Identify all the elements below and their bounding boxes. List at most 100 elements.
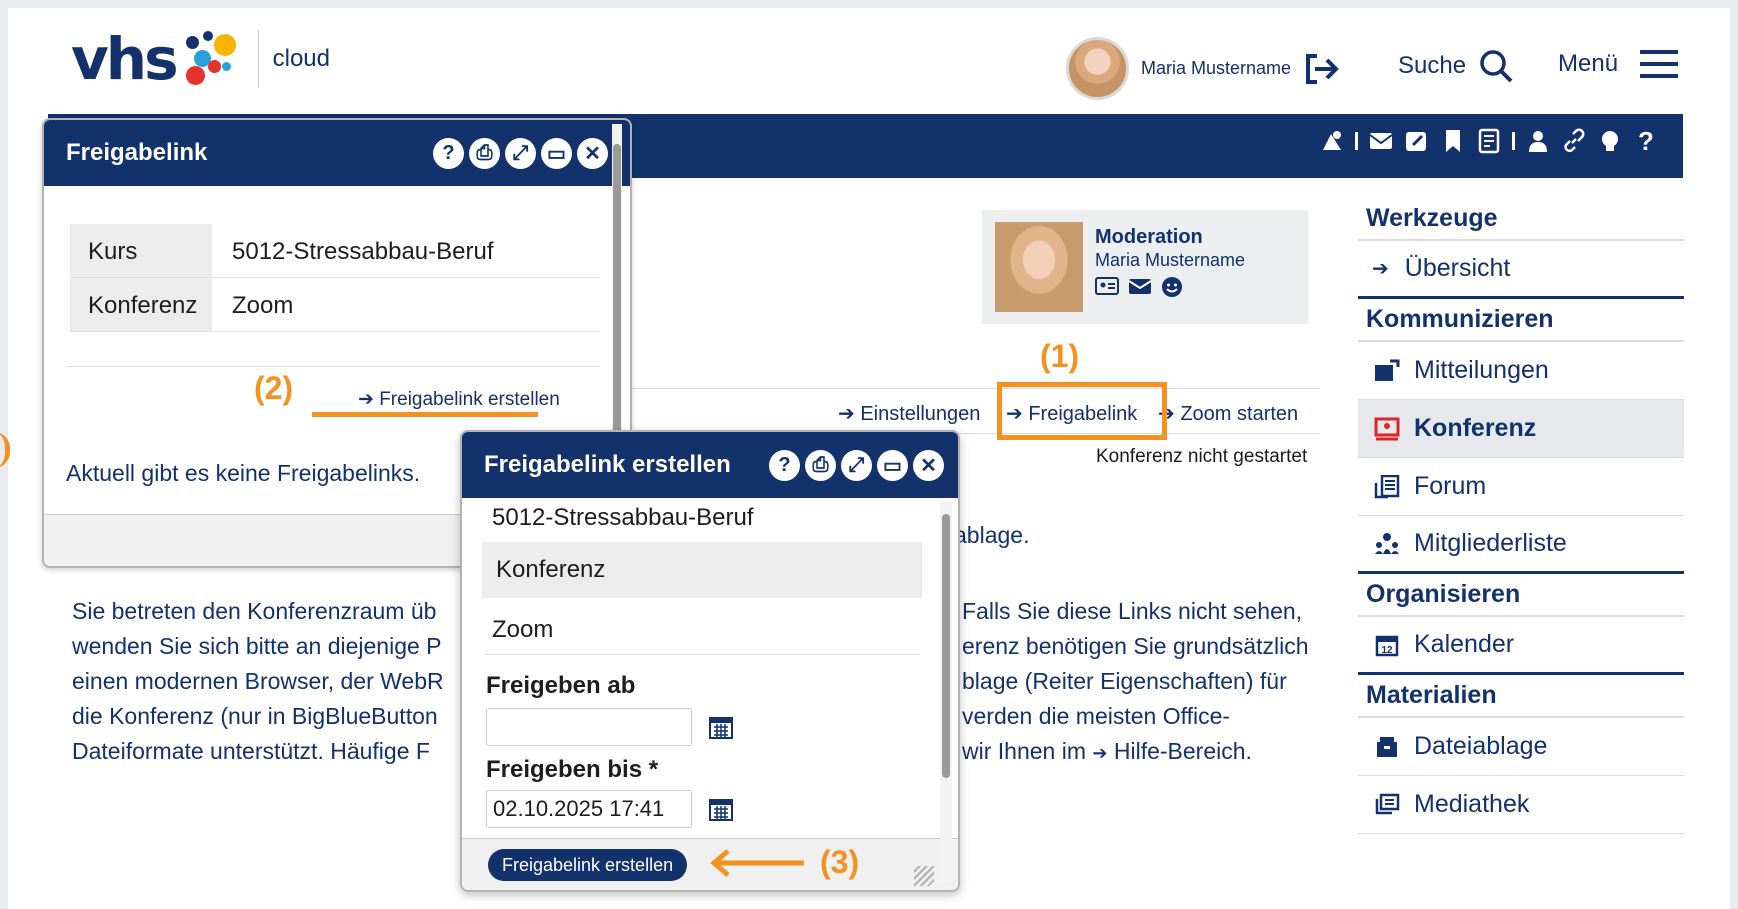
window-icon[interactable]: ▭	[541, 137, 572, 169]
media-icon	[1375, 793, 1400, 814]
dialog-controls: ? ⎙ ⤢ ▭ ✕	[433, 137, 608, 169]
help-link[interactable]: Hilfe-Bereich.	[1114, 738, 1252, 764]
sidebar-item-forum[interactable]: Forum	[1358, 458, 1684, 516]
scrollbar[interactable]	[940, 502, 952, 882]
expand-icon[interactable]: ⤢	[505, 137, 536, 169]
dialog-title: Freigabelink	[66, 139, 208, 166]
close-icon[interactable]: ✕	[577, 137, 608, 169]
share-from-input[interactable]	[486, 708, 692, 746]
scrollbar-thumb[interactable]	[942, 514, 950, 778]
sidebar-item-label: Konferenz	[1414, 414, 1537, 442]
mail-icon[interactable]	[1368, 128, 1394, 154]
create-share-link-button[interactable]: Freigabelink erstellen	[488, 849, 688, 881]
dialog-title: Freigabelink erstellen	[484, 451, 731, 478]
info-row-kurs: Kurs 5012-Stressabbau-Beruf	[70, 224, 600, 278]
logo-text: vhs	[71, 25, 179, 93]
resize-grip-icon[interactable]	[914, 866, 934, 886]
dialog-header: Freigabelink erstellen ? ⎙ ⤢ ▭ ✕	[462, 432, 958, 498]
logo-dots-icon	[178, 28, 240, 90]
toolbar-separator	[1355, 132, 1358, 150]
conference-icon	[1374, 417, 1400, 440]
annotation-1: (1)	[1040, 338, 1080, 374]
empty-message: Aktuell gibt es keine Freigabelinks.	[66, 460, 421, 486]
forum-icon	[1374, 474, 1400, 498]
bookmark-icon[interactable]	[1440, 128, 1466, 154]
info-row-konferenz: Konferenz Zoom	[70, 278, 600, 332]
zoom-start-link[interactable]: ➔ Zoom starten	[1158, 401, 1298, 426]
share-until-label: Freigeben bis *	[486, 756, 659, 783]
sidebar-section-materialien: Materialien	[1358, 675, 1684, 718]
conference-label: Konferenz	[482, 542, 922, 598]
sidebar-item-label: Übersicht	[1404, 254, 1511, 282]
sidebar-section-organisieren: Organisieren	[1358, 574, 1684, 617]
sidebar-item-label: Mediathek	[1414, 790, 1530, 818]
moderator-name[interactable]: Maria Mustername	[1095, 250, 1245, 271]
notes-icon[interactable]	[1476, 128, 1502, 154]
share-from-label: Freigeben ab	[486, 672, 636, 699]
divider	[66, 366, 600, 367]
folder-icon	[1377, 736, 1397, 757]
svg-text:12: 12	[1381, 645, 1393, 656]
row-key: Kurs	[70, 224, 212, 277]
avatar[interactable]	[1066, 37, 1129, 100]
user-icon[interactable]	[1525, 128, 1551, 154]
moderation-title: Moderation	[1095, 226, 1203, 248]
underline-create-link	[312, 412, 538, 417]
dialog-controls: ? ⎙ ⤢ ▭ ✕	[769, 449, 944, 481]
create-share-link[interactable]: ➔ Freigabelink erstellen	[358, 388, 560, 411]
search-label: Suche	[1398, 52, 1467, 79]
share-until-input[interactable]	[486, 790, 692, 828]
body-text-right: Falls Sie diese Links nicht sehen, erenz…	[962, 598, 1309, 764]
sidebar-item-kalender[interactable]: 12 Kalender	[1358, 617, 1684, 675]
settings-link[interactable]: ➔ Einstellungen	[838, 401, 980, 426]
dialog-header: Freigabelink ? ⎙ ⤢ ▭ ✕	[44, 120, 630, 186]
user-name: Maria Mustername	[1141, 58, 1292, 78]
help-icon[interactable]: ?	[769, 449, 800, 481]
search-icon	[1480, 50, 1513, 83]
sidebar-item-mitgliederliste[interactable]: Mitgliederliste	[1358, 516, 1684, 574]
conference-links: ➔ Einstellungen ➔ Freigabelink ➔ Zoom st…	[628, 388, 1320, 434]
link-icon[interactable]	[1561, 128, 1587, 154]
sidebar-item-uebersicht[interactable]: ➔ Übersicht	[1358, 241, 1684, 299]
vhs-logo[interactable]: vhs cloud	[71, 28, 330, 90]
row-value: Zoom	[232, 292, 294, 319]
smiley-icon[interactable]	[1161, 276, 1183, 298]
sidebar-item-mitteilungen[interactable]: Mitteilungen	[1358, 342, 1684, 400]
annotation-arrow	[710, 849, 804, 877]
row-key: Konferenz	[70, 278, 212, 331]
sidebar-item-label: Dateiablage	[1414, 732, 1548, 760]
print-icon[interactable]: ⎙	[469, 137, 500, 169]
sidebar-item-mediathek[interactable]: Mediathek	[1358, 776, 1684, 834]
sidebar-item-dateiablage[interactable]: Dateiablage	[1358, 718, 1684, 776]
help-icon[interactable]: ?	[433, 137, 464, 169]
sidebar-item-konferenz[interactable]: Konferenz	[1358, 400, 1684, 458]
moderator-actions	[1095, 276, 1183, 298]
menu-button[interactable]: Menü	[1558, 48, 1679, 80]
sidebar-section-kommunizieren: Kommunizieren	[1358, 299, 1684, 342]
moderation-card: Moderation Maria Mustername	[982, 210, 1308, 324]
contact-card-icon[interactable]	[1095, 276, 1119, 296]
window-icon[interactable]: ▭	[877, 449, 908, 481]
sidebar-item-label: Mitteilungen	[1414, 356, 1549, 384]
admin-icon[interactable]	[1319, 128, 1345, 154]
logo-divider	[257, 30, 259, 88]
lightbulb-icon[interactable]	[1597, 128, 1623, 154]
divider	[484, 654, 920, 655]
conference-value: Zoom	[492, 616, 554, 643]
help-icon[interactable]: ?	[1633, 126, 1659, 156]
expand-icon[interactable]: ⤢	[841, 449, 872, 481]
calendar-icon[interactable]	[708, 714, 734, 740]
close-icon[interactable]: ✕	[913, 449, 944, 481]
sidebar-item-label: Forum	[1414, 472, 1487, 500]
toolbar-icons: ?	[1319, 126, 1659, 156]
highlight-box-share-link	[997, 382, 1167, 440]
mail-icon[interactable]	[1128, 276, 1152, 296]
logout-icon[interactable]	[1303, 52, 1341, 86]
edit-icon[interactable]	[1404, 128, 1430, 154]
calendar-icon[interactable]	[708, 796, 734, 822]
page: vhs cloud Maria Mustername Suche Menü ? …	[8, 8, 1730, 909]
print-icon[interactable]: ⎙	[805, 449, 836, 481]
user-menu[interactable]: Maria Mustername	[1066, 37, 1341, 100]
search-button[interactable]: Suche	[1398, 48, 1514, 84]
sidebar-section-werkzeuge: Werkzeuge	[1358, 198, 1684, 241]
